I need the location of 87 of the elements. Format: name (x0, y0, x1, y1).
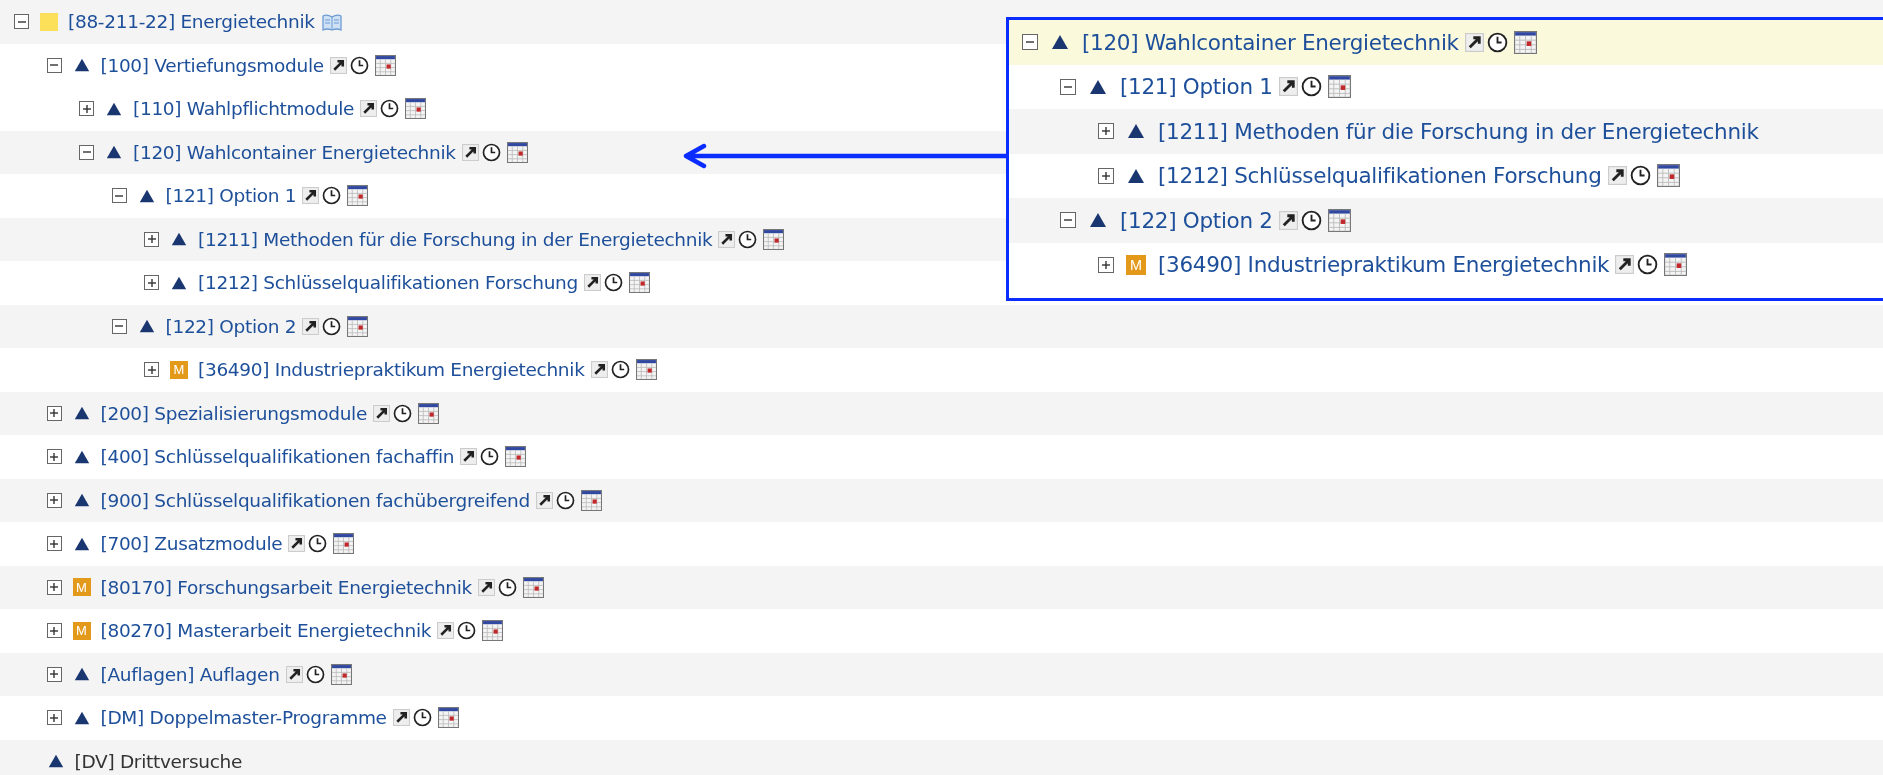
link-arrow-icon[interactable] (437, 622, 455, 640)
calendar-icon[interactable] (1513, 30, 1537, 54)
square-icon (40, 12, 58, 31)
tree-node-link[interactable]: [1211] Methoden für die Forschung in der Energietechnik (1158, 118, 1759, 144)
tree-node-link[interactable]: [121] Option 1 (165, 185, 297, 207)
clock-icon[interactable] (610, 360, 630, 380)
calendar-icon[interactable] (506, 141, 528, 163)
link-arrow-icon[interactable] (460, 448, 478, 466)
clock-icon[interactable] (555, 490, 575, 510)
module-badge: M (72, 578, 91, 597)
link-arrow-icon[interactable] (583, 274, 601, 292)
tree-node-link[interactable]: [1212] Schlüsselqualifikationen Forschung (1158, 163, 1602, 189)
calendar-icon[interactable] (405, 98, 427, 120)
clock-icon[interactable] (603, 273, 623, 293)
calendar-icon[interactable] (333, 533, 355, 555)
tree-node-link[interactable]: [122] Option 2 (165, 315, 297, 337)
clock-icon[interactable] (393, 403, 412, 423)
clock-icon[interactable] (1300, 76, 1322, 98)
link-arrow-icon[interactable] (718, 230, 736, 248)
tree-node-link[interactable]: [80170] Forschungsarbeit Energietechnik (100, 576, 473, 598)
clock-icon[interactable] (481, 142, 501, 162)
tree-node-link[interactable]: [100] Vertiefungsmodule (100, 54, 324, 76)
tree-node-link[interactable]: [400] Schlüsselqualifikationen fachaffin (100, 446, 455, 468)
tree-node-link[interactable]: [120] Wahlcontainer Energietechnik (133, 141, 456, 163)
clock-icon[interactable] (1637, 254, 1659, 276)
clock-icon[interactable] (498, 577, 518, 597)
link-arrow-icon[interactable] (360, 100, 378, 118)
calendar-icon[interactable] (347, 315, 369, 337)
link-arrow-icon[interactable] (288, 535, 306, 553)
tree-node-link[interactable]: [110] Wahlpflichtmodule (133, 98, 355, 120)
clock-icon[interactable] (1300, 209, 1322, 231)
calendar-icon[interactable] (523, 576, 545, 598)
clock-icon[interactable] (380, 99, 400, 119)
tree-node-link[interactable]: [700] Zusatzmodule (100, 533, 283, 555)
tree-node-link[interactable]: [88-211-22] Energietechnik (68, 11, 315, 33)
link-arrow-icon[interactable] (590, 361, 608, 379)
link-arrow-icon[interactable] (392, 709, 410, 727)
clock-icon[interactable] (322, 186, 342, 206)
clock-icon[interactable] (480, 447, 500, 467)
tree-node-link[interactable]: [80270] Masterarbeit Energietechnik (100, 620, 432, 642)
calendar-icon[interactable] (580, 489, 602, 511)
calendar-icon[interactable] (418, 402, 439, 424)
link-arrow-icon[interactable] (302, 317, 320, 335)
link-arrow-icon[interactable] (329, 56, 347, 74)
clock-icon[interactable] (738, 229, 758, 249)
calendar-icon[interactable] (635, 359, 657, 381)
module-badge: M (170, 360, 188, 379)
tree-node-link[interactable]: [36490] Industriepraktikum Energietechnik (1158, 252, 1610, 278)
clock-icon[interactable] (457, 621, 477, 641)
clock-icon[interactable] (349, 55, 369, 75)
tree-node-link[interactable]: [Auflagen] Auflagen (100, 663, 280, 685)
clock-icon[interactable] (1486, 31, 1508, 53)
calendar-icon[interactable] (1327, 75, 1351, 99)
link-arrow-icon[interactable] (373, 404, 390, 422)
tree-node-link[interactable]: [200] Spezialisierungsmodule (100, 402, 367, 424)
link-arrow-icon[interactable] (285, 665, 303, 683)
link-arrow-icon[interactable] (302, 187, 320, 205)
tree-node-link[interactable]: [1211] Methoden für die Forschung in der Energietechnik (198, 228, 713, 250)
module-badge: M (72, 621, 91, 640)
tree-node-link[interactable]: [36490] Industriepraktikum Energietechnik (198, 359, 585, 381)
calendar-icon[interactable] (1664, 253, 1688, 277)
tree-node-label: [DV] Drittversuche (74, 750, 243, 772)
tree-node-link[interactable]: [900] Schlüsselqualifikationen fachübergreifend (100, 489, 530, 511)
clock-icon[interactable] (412, 708, 432, 728)
clock-icon[interactable] (322, 316, 342, 336)
calendar-icon[interactable] (1327, 208, 1351, 232)
tree-node-link[interactable]: [120] Wahlcontainer Energietechnik (1082, 29, 1459, 55)
calendar-icon[interactable] (763, 228, 785, 250)
calendar-icon[interactable] (330, 663, 352, 685)
tree-node-link[interactable]: [1212] Schlüsselqualifikationen Forschung (198, 272, 578, 294)
calendar-icon[interactable] (347, 185, 369, 207)
link-arrow-icon[interactable] (478, 578, 496, 596)
clock-icon[interactable] (305, 664, 325, 684)
tree-node-link[interactable]: [121] Option 1 (1120, 74, 1273, 100)
calendar-icon[interactable] (437, 707, 459, 729)
calendar-icon[interactable] (505, 446, 527, 468)
calendar-icon[interactable] (374, 54, 396, 76)
link-arrow-icon[interactable] (461, 143, 479, 161)
calendar-icon[interactable] (628, 272, 650, 294)
clock-icon[interactable] (308, 534, 328, 554)
calendar-icon[interactable] (482, 620, 504, 642)
clock-icon[interactable] (1629, 165, 1651, 187)
calendar-icon[interactable] (1656, 164, 1680, 188)
tree-node-link[interactable]: [122] Option 2 (1120, 207, 1273, 233)
tree-node-link[interactable]: [DM] Doppelmaster-Programme (100, 707, 387, 729)
module-badge: M (1126, 254, 1146, 275)
link-arrow-icon[interactable] (535, 491, 553, 509)
